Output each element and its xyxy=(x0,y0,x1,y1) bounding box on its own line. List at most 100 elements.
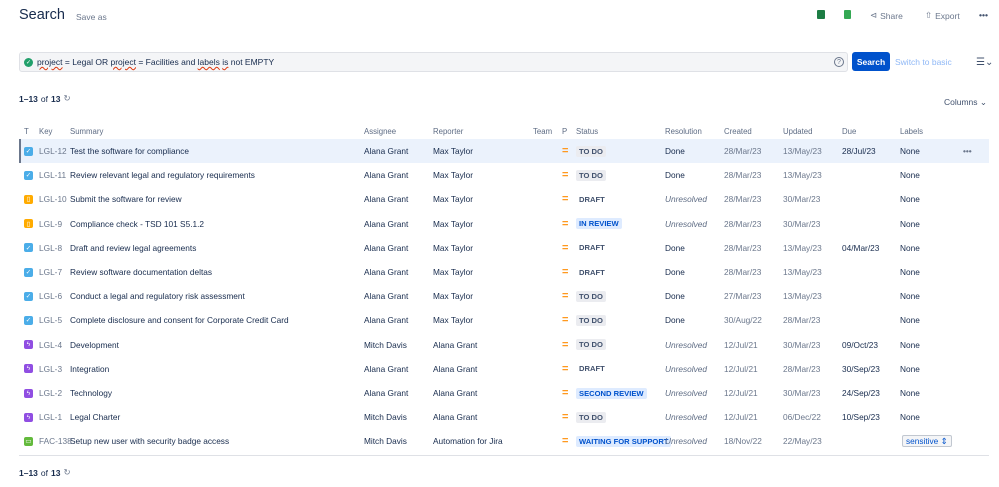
column-header-reporter[interactable]: Reporter xyxy=(433,127,463,136)
updated-date: 30/Mar/23 xyxy=(783,388,821,399)
status-badge[interactable]: IN REVIEW xyxy=(576,218,622,230)
issue-summary-link[interactable]: Review software documentation deltas xyxy=(70,267,212,277)
column-header-key[interactable]: Key xyxy=(39,127,52,136)
table-row[interactable]: ✓ LGL-7 Review software documentation delt… xyxy=(19,260,989,284)
issue-summary-link[interactable]: Complete disclosure and consent for Corp… xyxy=(70,315,289,325)
status-badge[interactable]: WAITING FOR SUPPORT xyxy=(576,435,672,447)
issue-summary-link[interactable]: Draft and review legal agreements xyxy=(70,243,196,253)
status-badge[interactable]: TO DO xyxy=(576,290,606,302)
issue-key-link[interactable]: LGL-4 xyxy=(39,340,62,350)
priority-medium-icon: = xyxy=(562,193,569,206)
column-header-assignee[interactable]: Assignee xyxy=(364,127,396,136)
switch-to-basic-link[interactable]: Switch to basic xyxy=(895,57,952,67)
table-row[interactable]: ✓ LGL-8 Draft and review legal agreements A… xyxy=(19,236,989,260)
more-actions-button[interactable]: ••• xyxy=(979,10,988,20)
labels: None xyxy=(900,388,920,399)
columns-button[interactable]: Columns ⌄ xyxy=(944,97,987,108)
row-more-actions-button[interactable]: ••• xyxy=(963,146,972,156)
issue-summary-link[interactable]: Technology xyxy=(70,388,112,398)
table-row[interactable]: ✓ LGL-11 Review relevant legal and regulat… xyxy=(19,163,989,187)
table-row[interactable]: ▯ LGL-10 Submit the software for review Ala… xyxy=(19,187,989,211)
issue-summary-link[interactable]: Test the software for compliance xyxy=(70,146,189,156)
help-icon[interactable]: ? xyxy=(834,57,844,67)
issue-key-link[interactable]: LGL-11 xyxy=(39,170,66,180)
issue-summary-link[interactable]: Review relevant legal and regulatory req… xyxy=(70,170,255,180)
issue-summary-link[interactable]: Legal Charter xyxy=(70,412,120,422)
document-type-icon: ▯ xyxy=(24,194,33,204)
reporter: Max Taylor xyxy=(433,170,473,181)
table-row[interactable]: ✓ LGL-6 Conduct a legal and regulatory ris… xyxy=(19,284,989,308)
share-button[interactable]: ⊲ Share xyxy=(870,10,903,21)
issue-summary-link[interactable]: Conduct a legal and regulatory risk asse… xyxy=(70,291,245,301)
status-badge[interactable]: DRAFT xyxy=(576,194,608,205)
table-row[interactable]: ϟ LGL-4 Development Mitch Davis Alana Grant =… xyxy=(19,333,989,357)
issue-summary-link[interactable]: Development xyxy=(70,340,119,350)
issue-summary-link[interactable]: Compliance check - TSD 101 S5.1.2 xyxy=(70,219,204,229)
issue-key-link[interactable]: LGL-5 xyxy=(39,315,62,325)
table-row[interactable]: ϟ LGL-2 Technology Alana Grant Alana Grant = S… xyxy=(19,381,989,405)
refresh-icon[interactable]: ↻ xyxy=(63,93,70,104)
save-as-button[interactable]: Save as xyxy=(76,12,107,22)
column-header-labels[interactable]: Labels xyxy=(900,127,923,136)
reporter: Max Taylor xyxy=(433,194,473,205)
status-badge[interactable]: DRAFT xyxy=(576,363,608,374)
label-tag[interactable]: sensitive ⇕ xyxy=(902,435,952,448)
column-header-summary[interactable]: Summary xyxy=(70,127,103,136)
search-button[interactable]: Search xyxy=(852,52,890,71)
column-header-due[interactable]: Due xyxy=(842,127,856,136)
status-badge[interactable]: TO DO xyxy=(576,145,606,157)
table-row[interactable]: ▭ FAC-138 Setup new user with security bad… xyxy=(19,429,989,453)
status-badge[interactable]: DRAFT xyxy=(576,242,608,253)
task-type-icon: ✓ xyxy=(24,243,33,253)
refresh-icon[interactable]: ↻ xyxy=(63,467,70,478)
updated-date: 28/Mar/23 xyxy=(783,315,821,326)
issue-summary-link[interactable]: Submit the software for review xyxy=(70,194,182,204)
status-badge[interactable]: TO DO xyxy=(576,411,606,423)
issue-key-link[interactable]: LGL-2 xyxy=(39,388,62,398)
status-badge[interactable]: SECOND REVIEW xyxy=(576,387,647,399)
table-row[interactable]: ✓ LGL-5 Complete disclosure and consent fo… xyxy=(19,308,989,332)
jql-query-input[interactable]: ✓ project = Legal OR project = Facilitie… xyxy=(19,52,848,72)
column-header-t[interactable]: T xyxy=(24,127,29,136)
table-row[interactable]: ✓ LGL-12 Test the software for compliance A… xyxy=(19,139,989,164)
issue-key-link[interactable]: LGL-8 xyxy=(39,243,62,253)
issue-key-link[interactable]: LGL-10 xyxy=(39,194,67,204)
view-menu-icon[interactable]: ☰⌄ xyxy=(976,57,993,68)
issue-key-link[interactable]: LGL-3 xyxy=(39,364,62,374)
table-row[interactable]: ϟ LGL-3 Integration Alana Grant Alana Grant =… xyxy=(19,357,989,381)
created-date: 28/Mar/23 xyxy=(724,146,762,157)
column-header-resolution[interactable]: Resolution xyxy=(665,127,702,136)
column-header-team[interactable]: Team xyxy=(533,127,552,136)
status-badge[interactable]: TO DO xyxy=(576,169,606,181)
issue-summary-link[interactable]: Setup new user with security badge acces… xyxy=(70,436,229,446)
excel-export-button[interactable] xyxy=(817,10,825,19)
reporter: Max Taylor xyxy=(433,146,473,157)
created-date: 12/Jul/21 xyxy=(724,339,758,350)
due-date: 09/Oct/23 xyxy=(842,339,878,350)
column-header-created[interactable]: Created xyxy=(724,127,752,136)
table-row[interactable]: ▯ LGL-9 Compliance check - TSD 101 S5.1.2 A… xyxy=(19,212,989,236)
resolution: Done xyxy=(665,146,685,157)
google-sheets-button[interactable] xyxy=(844,10,851,19)
issue-summary-link[interactable]: Integration xyxy=(70,364,109,374)
table-row[interactable]: ϟ LGL-1 Legal Charter Mitch Davis Alana Gran… xyxy=(19,405,989,429)
task-type-icon: ✓ xyxy=(24,315,33,325)
status-badge[interactable]: DRAFT xyxy=(576,267,608,278)
share-icon: ⊲ xyxy=(870,10,878,20)
valid-check-icon: ✓ xyxy=(24,57,33,67)
issue-key-link[interactable]: FAC-138 xyxy=(39,436,72,446)
column-header-p[interactable]: P xyxy=(562,127,567,136)
issue-key-link[interactable]: LGL-6 xyxy=(39,291,62,301)
assignee: Alana Grant xyxy=(364,242,409,253)
status-badge[interactable]: TO DO xyxy=(576,314,606,326)
issue-key-link[interactable]: LGL-1 xyxy=(39,412,62,422)
column-header-updated[interactable]: Updated xyxy=(783,127,812,136)
issue-key-link[interactable]: LGL-12 xyxy=(39,146,67,156)
status-badge[interactable]: TO DO xyxy=(576,339,606,351)
issue-key-link[interactable]: LGL-7 xyxy=(39,267,62,277)
export-button[interactable]: ⇧ Export xyxy=(925,10,960,21)
updated-date: 13/May/23 xyxy=(783,170,822,181)
issue-key-link[interactable]: LGL-9 xyxy=(39,219,62,229)
column-header-status[interactable]: Status xyxy=(576,127,598,136)
export-label: Export xyxy=(935,10,960,21)
